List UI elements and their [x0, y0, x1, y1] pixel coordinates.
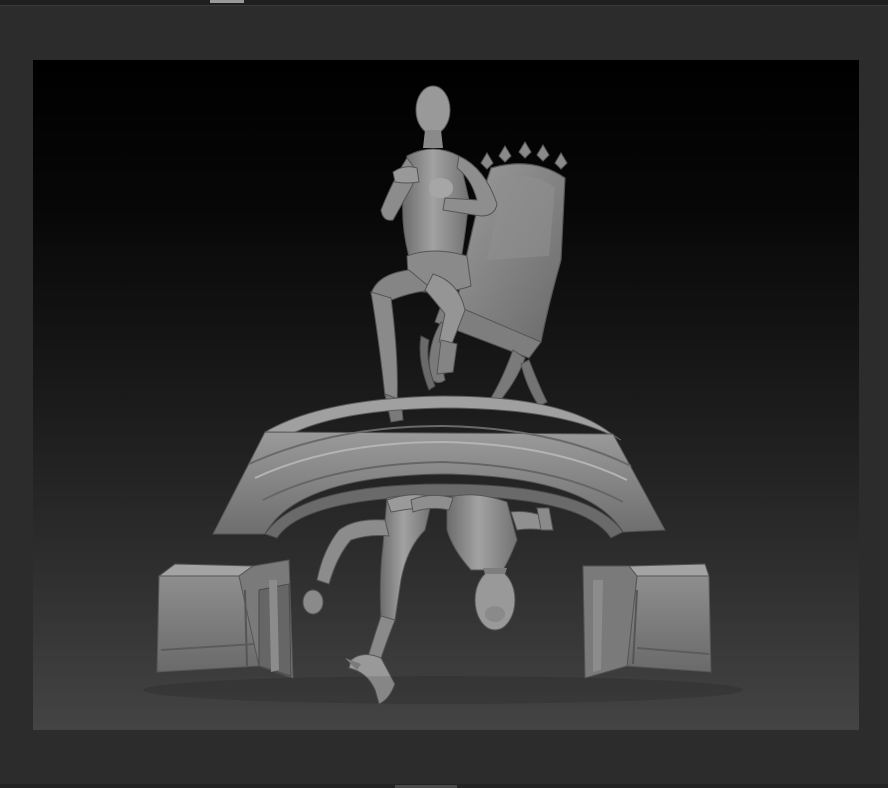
right-base-block — [582, 563, 712, 679]
ground-shadow — [143, 676, 743, 704]
app-window — [0, 0, 888, 788]
sculpt-model-render[interactable] — [33, 60, 859, 730]
3d-viewport-canvas[interactable] — [33, 60, 859, 730]
top-toolbar-edge — [0, 0, 888, 6]
left-base-block — [156, 559, 294, 679]
toolbar-tab[interactable] — [210, 0, 244, 3]
hanging-figure-right-model — [410, 494, 554, 631]
bottom-status-edge — [0, 784, 888, 788]
hanging-figure-left-model — [302, 494, 436, 705]
arch-bridge-model — [212, 395, 666, 539]
